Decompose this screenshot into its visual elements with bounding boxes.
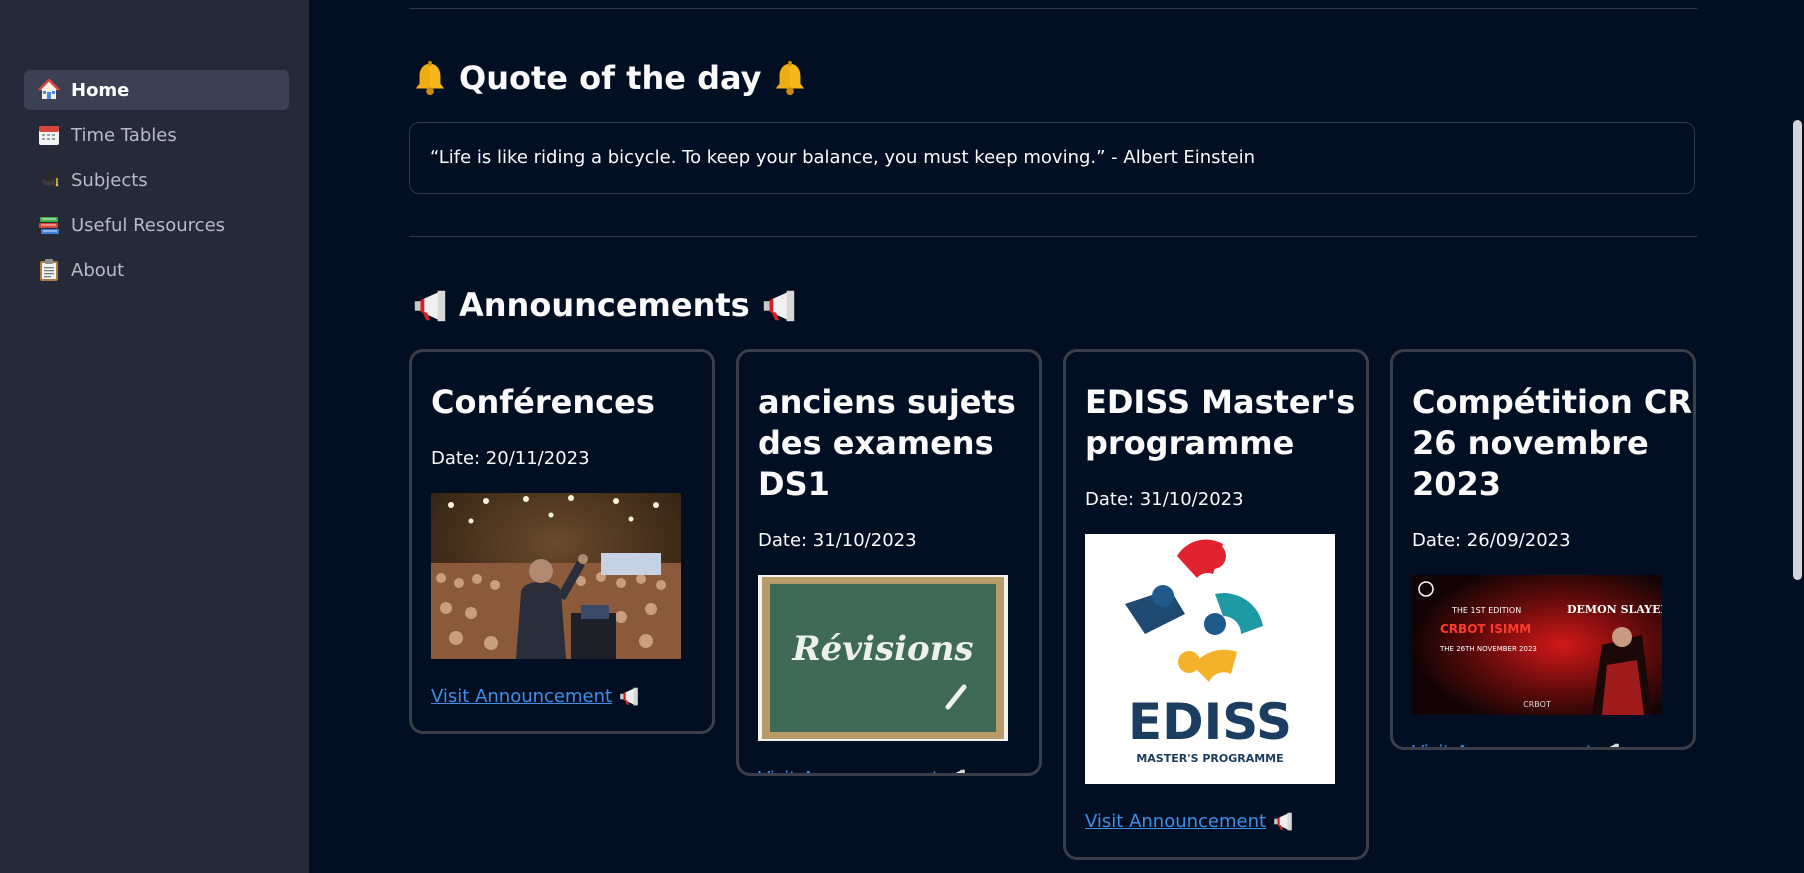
- quote-text: “Life is like riding a bicycle. To keep …: [430, 147, 1256, 168]
- visit-announcement-link[interactable]: Visit Announcement: [1085, 811, 1266, 832]
- sidebar-item-about[interactable]: About: [24, 250, 289, 290]
- sidebar-item-label: Home: [71, 79, 130, 101]
- sidebar-item-subjects[interactable]: Subjects: [24, 160, 289, 200]
- sidebar-item-label: Time Tables: [71, 124, 177, 146]
- megaphone-icon: [1599, 741, 1621, 750]
- calendar-icon: [36, 122, 62, 148]
- sidebar-item-label: Useful Resources: [71, 214, 226, 236]
- poster-logo-text: DEMON SLAYER: [1567, 603, 1662, 616]
- poster-date-text: THE 26TH NOVEMBER 2023: [1439, 645, 1537, 653]
- megaphone-icon: [1272, 810, 1294, 832]
- announcement-card: anciens sujets des examens DS1 Date: 31/…: [736, 349, 1042, 776]
- card-title: Compétition CRI 26 novembre 2023: [1412, 382, 1693, 505]
- chalkboard-text: Révisions: [791, 629, 973, 669]
- card-title: anciens sujets des examens DS1: [758, 383, 1016, 503]
- poster-edition-text: THE 1ST EDITION: [1451, 606, 1521, 615]
- quote-heading: Quote of the day: [411, 59, 809, 97]
- sidebar: Home Time Tables Subjects Useful Resourc…: [0, 0, 309, 873]
- megaphone-icon: [411, 286, 449, 324]
- announcements-heading: Announcements: [411, 286, 798, 324]
- top-divider: [409, 8, 1697, 9]
- sidebar-item-time-tables[interactable]: Time Tables: [24, 115, 289, 155]
- graduation-cap-icon: [36, 167, 62, 193]
- clipboard-icon: [36, 257, 62, 283]
- card-link-row: Visit Announcement: [1412, 741, 1693, 750]
- scrollbar[interactable]: [1790, 0, 1804, 873]
- card-link-row: Visit Announcement: [431, 685, 712, 707]
- crbot-poster: THE 1ST EDITION CRBOT ISIMM THE 26TH NOV…: [1412, 575, 1662, 715]
- poster-footer-text: CRBOT: [1523, 700, 1551, 709]
- visit-announcement-link[interactable]: Visit Announcement: [1412, 742, 1593, 748]
- announcement-card: Conférences Date: 20/11/2023 Visit Annou…: [409, 349, 715, 734]
- visit-announcement-link[interactable]: Visit Announcement: [758, 768, 939, 774]
- quote-box: “Life is like riding a bicycle. To keep …: [409, 122, 1695, 194]
- conference-photo: [431, 493, 681, 659]
- card-date: Date: 20/11/2023: [431, 448, 590, 469]
- card-title: Conférences: [431, 383, 655, 421]
- card-link-row: Visit Announcement: [758, 767, 1039, 776]
- sidebar-nav: Home Time Tables Subjects Useful Resourc…: [24, 70, 289, 295]
- announcement-card: EDISS Master's programme Date: 31/10/202…: [1063, 349, 1369, 860]
- card-date: Date: 26/09/2023: [1412, 530, 1571, 551]
- house-icon: [36, 77, 62, 103]
- bell-icon: [771, 59, 809, 97]
- revisions-chalkboard: Révisions: [758, 575, 1008, 741]
- books-icon: [36, 212, 62, 238]
- scrollbar-thumb[interactable]: [1793, 120, 1802, 580]
- megaphone-icon: [618, 685, 640, 707]
- megaphone-icon: [760, 286, 798, 324]
- visit-announcement-link[interactable]: Visit Announcement: [431, 686, 612, 707]
- section-divider: [409, 236, 1697, 237]
- sidebar-item-home[interactable]: Home: [24, 70, 289, 110]
- card-date: Date: 31/10/2023: [758, 530, 917, 551]
- sidebar-item-label: Subjects: [71, 169, 148, 191]
- announcements-heading-text: Announcements: [459, 286, 750, 324]
- poster-title-text: CRBOT ISIMM: [1440, 622, 1531, 636]
- sidebar-item-useful-resources[interactable]: Useful Resources: [24, 205, 289, 245]
- ediss-logo-text: EDISS: [1128, 693, 1292, 751]
- card-date: Date: 31/10/2023: [1085, 489, 1244, 510]
- sidebar-item-label: About: [71, 259, 125, 281]
- quote-heading-text: Quote of the day: [459, 59, 762, 97]
- card-title: EDISS Master's programme: [1085, 383, 1356, 462]
- bell-icon: [411, 59, 449, 97]
- megaphone-icon: [945, 767, 967, 776]
- card-title-text: Compétition CRI 26 novembre 2023: [1412, 383, 1696, 503]
- announcement-card: Compétition CRI 26 novembre 2023 Date: 2…: [1390, 349, 1696, 750]
- ediss-logo: EDISS MASTER'S PROGRAMME: [1085, 534, 1335, 784]
- card-link-row: Visit Announcement: [1085, 810, 1366, 832]
- ediss-logo-subtext: MASTER'S PROGRAMME: [1136, 752, 1283, 765]
